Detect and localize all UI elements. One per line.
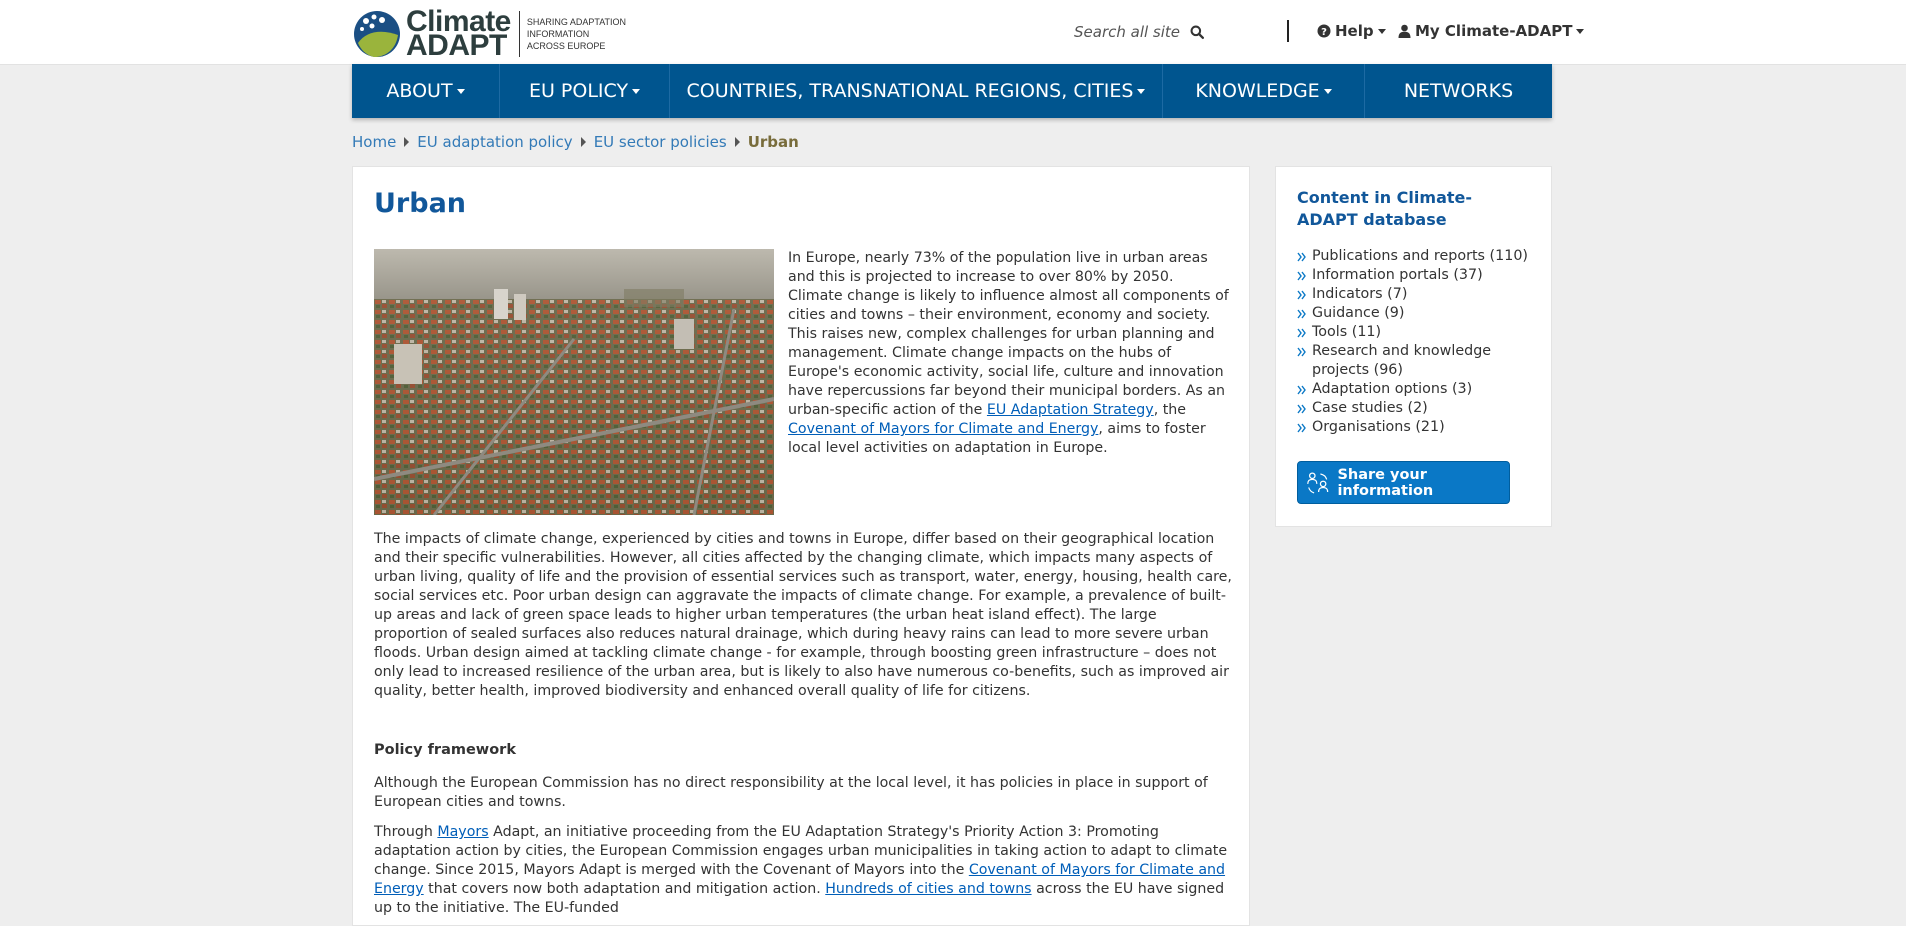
search-icon[interactable] (1190, 23, 1204, 41)
list-item[interactable]: Information portals (37) (1297, 266, 1537, 285)
list-item[interactable]: Research and knowledge projects (96) (1297, 342, 1537, 380)
caret-down-icon (1377, 28, 1386, 34)
user-icon (1398, 24, 1411, 38)
nav-label: COUNTRIES, TRANSNATIONAL REGIONS, CITIES (686, 80, 1134, 102)
nav-item-knowledge[interactable]: KNOWLEDGE (1163, 64, 1365, 118)
breadcrumb-current: Urban (747, 133, 799, 151)
site-search (1074, 20, 1204, 44)
breadcrumb-eu-sector-policies[interactable]: EU sector policies (594, 133, 727, 151)
tagline-line: SHARING ADAPTATION (526, 17, 627, 27)
mayors-link[interactable]: Mayors (437, 824, 488, 840)
list-item[interactable]: Guidance (9) (1297, 304, 1537, 323)
hundreds-of-cities-link[interactable]: Hundreds of cities and towns (825, 881, 1031, 897)
list-item-label: Indicators (7) (1312, 286, 1408, 302)
sidebar-title: Content in Climate-ADAPT database (1297, 188, 1472, 229)
header-divider (1287, 20, 1289, 42)
share-your-information-button[interactable]: Share your information (1297, 461, 1510, 504)
breadcrumb-home[interactable]: Home (352, 133, 396, 151)
list-item-label: Adaptation options (3) (1312, 381, 1473, 397)
double-chevron-right-icon (1297, 404, 1306, 414)
double-chevron-right-icon (1297, 309, 1306, 319)
logo-line2: ADAPT (406, 29, 507, 62)
urban-aerial-photo (374, 249, 774, 515)
double-chevron-right-icon (1297, 347, 1306, 357)
question-circle-icon: ? (1317, 24, 1331, 38)
double-chevron-right-icon (1297, 423, 1306, 433)
list-item-label: Organisations (21) (1312, 419, 1445, 435)
tagline-line: INFORMATION (526, 29, 590, 39)
main-content: Urban In Europe, nearly 73% of the popul… (352, 166, 1250, 926)
list-item-label: Research and knowledge projects (96) (1312, 343, 1492, 378)
list-item-label: Case studies (2) (1312, 400, 1428, 416)
main-navigation: ABOUT EU POLICY COUNTRIES, TRANSNATIONAL… (352, 64, 1552, 118)
list-item[interactable]: Organisations (21) (1297, 418, 1537, 437)
climate-adapt-logo[interactable]: Climate ADAPT SHARING ADAPTATION INFORMA… (352, 7, 626, 62)
page-title: Urban (374, 188, 467, 219)
database-content-sidebar: Content in Climate-ADAPT database Public… (1275, 166, 1552, 527)
intro-text-2: , the (1153, 402, 1186, 418)
share-users-icon (1307, 471, 1329, 493)
list-item[interactable]: Publications and reports (110) (1297, 247, 1537, 266)
double-chevron-right-icon (1297, 271, 1306, 281)
list-item[interactable]: Case studies (2) (1297, 399, 1537, 418)
nav-label: EU POLICY (528, 80, 629, 102)
list-item[interactable]: Adaptation options (3) (1297, 380, 1537, 399)
database-content-list: Publications and reports (110) Informati… (1297, 247, 1537, 437)
intro-text-1: In Europe, nearly 73% of the population … (788, 250, 1229, 418)
mayors-text-3: that covers now both adaptation and miti… (423, 881, 826, 897)
share-button-label: Share your information (1337, 466, 1434, 499)
logo-globe-icon (354, 11, 400, 57)
logo-tagline: SHARING ADAPTATION INFORMATION ACROSS EU… (527, 16, 626, 52)
list-item-label: Guidance (9) (1312, 305, 1405, 321)
nav-label: ABOUT (386, 80, 453, 102)
eu-adaptation-strategy-link[interactable]: EU Adaptation Strategy (987, 402, 1154, 418)
caret-down-icon (1137, 88, 1146, 94)
nav-item-countries[interactable]: COUNTRIES, TRANSNATIONAL REGIONS, CITIES (670, 64, 1163, 118)
policy-ec-paragraph: Although the European Commission has no … (374, 775, 1208, 810)
caret-down-icon (1323, 88, 1332, 94)
list-item[interactable]: Tools (11) (1297, 323, 1537, 342)
svg-text:?: ? (1321, 27, 1327, 38)
nav-item-networks[interactable]: NETWORKS (1365, 64, 1552, 118)
search-input[interactable] (1074, 23, 1184, 41)
help-label: Help (1335, 22, 1374, 40)
mayors-text-1: Through (374, 824, 438, 840)
double-chevron-right-icon (1297, 328, 1306, 338)
caret-right-icon (404, 137, 410, 147)
logo-wordmark: Climate ADAPT (406, 7, 511, 62)
my-account-label: My Climate-ADAPT (1415, 22, 1573, 40)
impacts-paragraph: The impacts of climate change, experienc… (374, 531, 1232, 699)
policy-framework-heading: Policy framework (374, 742, 516, 758)
my-climate-adapt-menu[interactable]: My Climate-ADAPT (1398, 22, 1585, 40)
breadcrumb: Home EU adaptation policy EU sector poli… (352, 133, 799, 151)
double-chevron-right-icon (1297, 290, 1306, 300)
covenant-of-mayors-link[interactable]: Covenant of Mayors for Climate and Energ… (788, 421, 1098, 437)
breadcrumb-eu-adaptation-policy[interactable]: EU adaptation policy (417, 133, 572, 151)
nav-label: NETWORKS (1403, 80, 1514, 102)
list-item[interactable]: Indicators (7) (1297, 285, 1537, 304)
aerial-city-image (374, 249, 774, 515)
intro-paragraph: In Europe, nearly 73% of the population … (788, 249, 1230, 458)
help-menu[interactable]: ? Help (1317, 22, 1386, 40)
nav-label: KNOWLEDGE (1195, 80, 1320, 102)
list-item-label: Publications and reports (110) (1312, 248, 1528, 264)
double-chevron-right-icon (1297, 385, 1306, 395)
caret-right-icon (734, 137, 740, 147)
caret-down-icon (456, 88, 465, 94)
list-item-label: Tools (11) (1312, 324, 1382, 340)
caret-down-icon (1576, 28, 1585, 34)
nav-item-eu-policy[interactable]: EU POLICY (500, 64, 670, 118)
logo-divider (518, 11, 520, 57)
mayors-adapt-paragraph: Through Mayors Adapt, an initiative proc… (374, 823, 1234, 918)
caret-down-icon (632, 88, 641, 94)
nav-item-about[interactable]: ABOUT (352, 64, 500, 118)
tagline-line: ACROSS EUROPE (526, 41, 606, 51)
site-header: Climate ADAPT SHARING ADAPTATION INFORMA… (0, 0, 1906, 65)
double-chevron-right-icon (1297, 252, 1306, 262)
caret-right-icon (580, 137, 586, 147)
list-item-label: Information portals (37) (1312, 267, 1483, 283)
